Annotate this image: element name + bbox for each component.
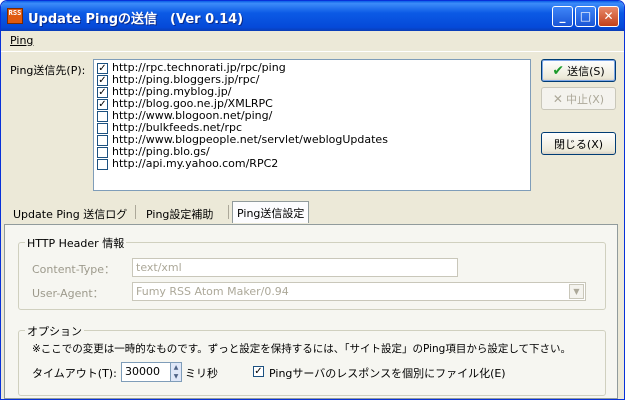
destination-checkbox[interactable] <box>97 158 108 170</box>
user-agent-value: Fumy RSS Atom Maker/0.94 <box>136 285 289 298</box>
menu-ping-label: Ping <box>10 34 34 47</box>
send-button[interactable]: ✔ 送信(S) <box>541 59 616 82</box>
close-window-button[interactable]: ✕ <box>598 6 619 27</box>
rss-app-icon: RSS <box>7 8 23 24</box>
destination-checkbox[interactable]: ✓ <box>97 98 108 110</box>
destination-checkbox[interactable] <box>97 146 108 158</box>
close-button[interactable]: 閉じる(X) <box>541 132 616 155</box>
timeout-unit: ミリ秒 <box>185 367 218 380</box>
user-agent-label: User-Agent： <box>32 287 104 300</box>
ping-destinations-label: Ping送信先(P): <box>10 64 86 77</box>
destination-checkbox[interactable]: ✓ <box>97 62 108 74</box>
tab-separator <box>228 205 229 219</box>
checkmark-icon: ✔ <box>552 62 565 79</box>
window-title: Update Pingの送信 (Ver 0.14) <box>28 12 244 27</box>
timeout-label: タイムアウト(T): <box>32 367 117 380</box>
http-header-group-title: HTTP Header 情報 <box>25 235 127 251</box>
chevron-down-icon[interactable]: ▼ <box>569 284 584 299</box>
maximize-button[interactable]: □ <box>575 6 596 27</box>
content-type-field[interactable]: text/xml <box>132 258 458 277</box>
tab-send-log[interactable]: Update Ping 送信ログ <box>9 203 131 223</box>
save-response-label: Pingサーバのレスポンスを個別にファイル化(E) <box>269 367 506 380</box>
stop-button[interactable]: ✕ 中止(X) <box>541 87 616 110</box>
save-response-checkbox[interactable]: ✓ <box>253 366 264 377</box>
stepper-up-icon[interactable]: ▲ <box>171 363 181 372</box>
destination-checkbox[interactable] <box>97 122 108 134</box>
options-note: ※ここでの変更は一時的なものです。ずっと設定を保持するには、「サイト設定」のPi… <box>32 343 572 355</box>
timeout-stepper[interactable]: ▲ ▼ <box>170 362 182 382</box>
tab-ping-send-settings[interactable]: Ping送信設定 <box>232 201 310 223</box>
destination-checkbox[interactable] <box>97 110 108 122</box>
tab-ping-helper[interactable]: Ping設定補助 <box>142 203 217 223</box>
ping-window: RSS Update Pingの送信 (Ver 0.14) _ □ ✕ Ping… <box>0 0 625 400</box>
minimize-button[interactable]: _ <box>552 6 573 27</box>
stop-button-label: 中止(X) <box>565 92 605 106</box>
destination-checkbox[interactable] <box>97 134 108 146</box>
tab-separator <box>135 205 136 219</box>
options-group-title: オプション <box>25 323 84 339</box>
menu-divider <box>1 51 624 52</box>
tab-panel: HTTP Header 情報 Content-Type： text/xml Us… <box>4 224 618 399</box>
send-button-label: 送信(S) <box>567 64 605 78</box>
destination-checkbox[interactable]: ✓ <box>97 86 108 98</box>
menu-bar: Ping <box>1 31 624 51</box>
stepper-down-icon[interactable]: ▼ <box>171 372 181 381</box>
cross-icon: ✕ <box>552 91 563 106</box>
close-button-label: 閉じる(X) <box>553 137 604 151</box>
title-bar[interactable]: RSS Update Pingの送信 (Ver 0.14) _ □ ✕ <box>1 1 624 31</box>
timeout-input[interactable]: 30000 <box>121 362 171 382</box>
list-item[interactable]: http://api.my.yahoo.com/RPC2 <box>97 158 527 170</box>
tab-strip: Update Ping 送信ログ Ping設定補助 Ping送信設定 <box>1 200 624 224</box>
ping-destination-list[interactable]: ✓ http://rpc.technorati.jp/rpc/ping ✓ http:… <box>93 59 531 191</box>
destination-url: http://api.my.yahoo.com/RPC2 <box>112 157 279 170</box>
menu-ping[interactable]: Ping <box>10 34 33 47</box>
destination-checkbox[interactable]: ✓ <box>97 74 108 86</box>
content-type-label: Content-Type： <box>32 263 115 276</box>
user-agent-select[interactable]: Fumy RSS Atom Maker/0.94 ▼ <box>132 282 586 301</box>
options-group: オプション ※ここでの変更は一時的なものです。ずっと設定を保持するには、「サイト… <box>18 323 606 396</box>
http-header-group: HTTP Header 情報 Content-Type： text/xml Us… <box>18 235 606 310</box>
